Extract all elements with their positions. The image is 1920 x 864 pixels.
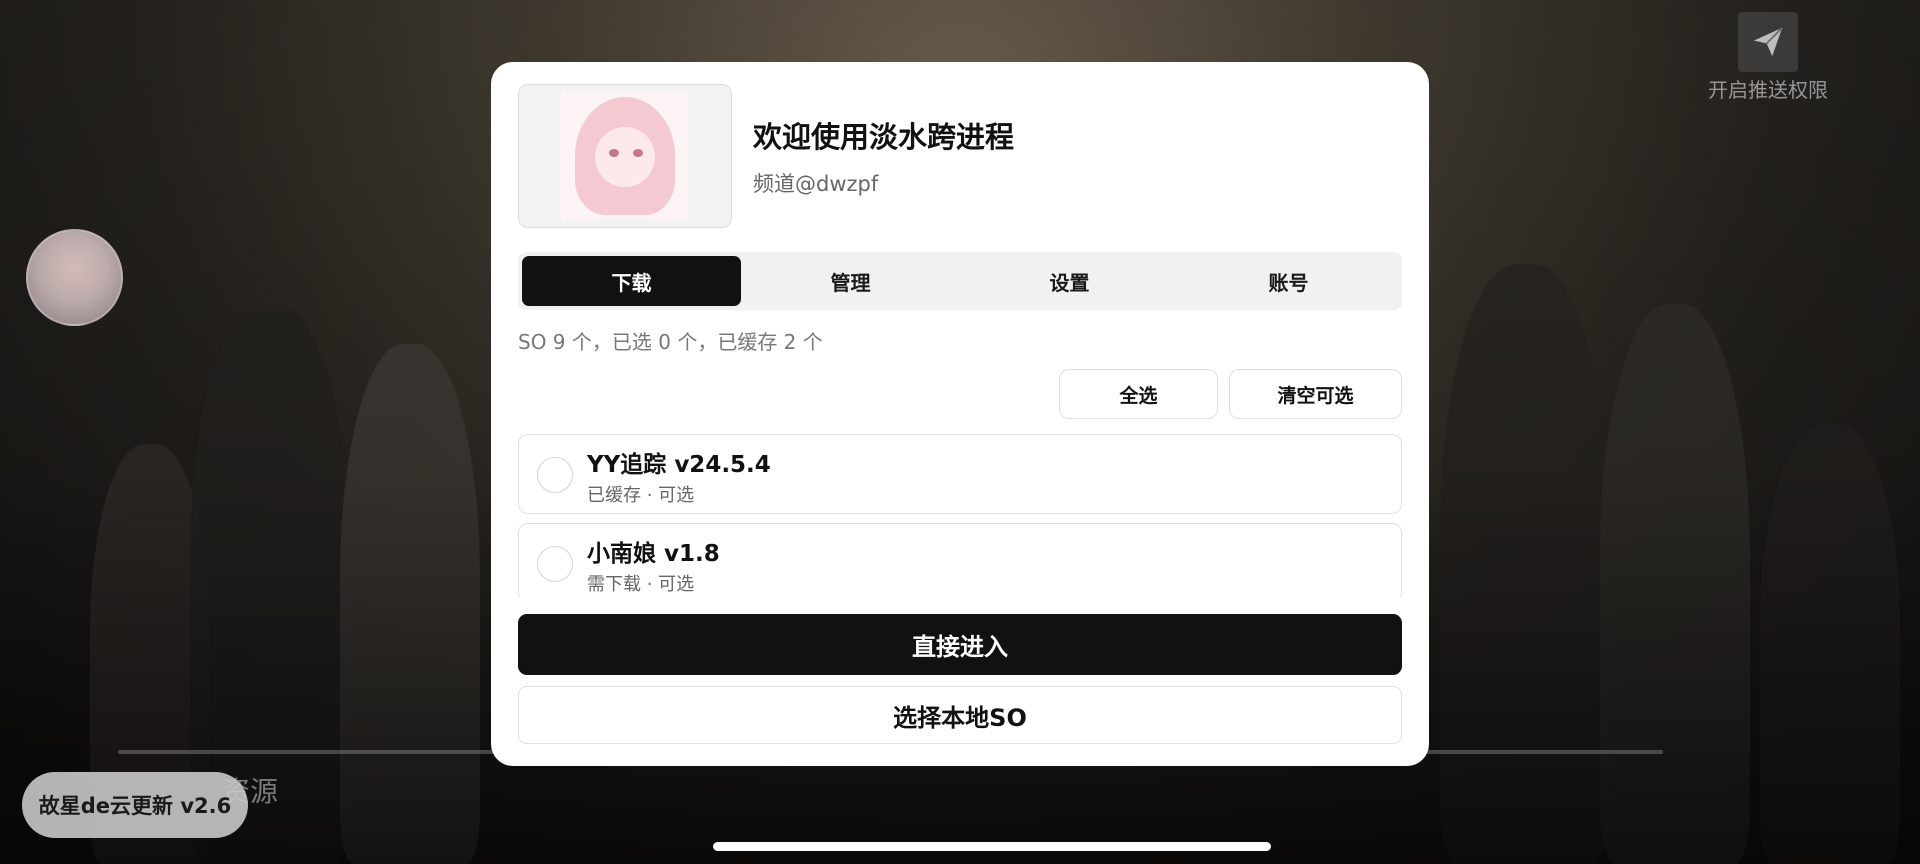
welcome-dialog: 欢迎使用淡水跨进程 频道@dwzpf 下载 管理 设置 账号 SO 9 个，已选…	[491, 62, 1429, 766]
dialog-title: 欢迎使用淡水跨进程	[753, 120, 1015, 154]
clear-selectable-button[interactable]: 清空可选	[1229, 369, 1402, 419]
paper-plane-icon	[1753, 27, 1783, 57]
tab-manage[interactable]: 管理	[741, 256, 960, 306]
select-all-button[interactable]: 全选	[1059, 369, 1218, 419]
item-status: 已缓存 · 可选	[587, 485, 695, 506]
header-avatar-image	[518, 84, 732, 228]
tab-settings[interactable]: 设置	[960, 256, 1179, 306]
list-item[interactable]: YY追踪 v24.5.4 已缓存 · 可选	[518, 434, 1402, 514]
item-status: 需下载 · 可选	[587, 574, 695, 595]
avatar-icon	[561, 91, 689, 221]
push-permission-button[interactable]	[1738, 12, 1798, 72]
tab-bar: 下载 管理 设置 账号	[518, 252, 1402, 310]
so-summary: SO 9 个，已选 0 个，已缓存 2 个	[518, 330, 823, 354]
tab-download[interactable]: 下载	[522, 256, 741, 306]
item-radio[interactable]	[537, 457, 573, 493]
choose-local-so-button[interactable]: 选择本地SO	[518, 686, 1402, 744]
enter-direct-button[interactable]: 直接进入	[518, 614, 1402, 675]
so-list[interactable]: YY追踪 v24.5.4 已缓存 · 可选 小南娘 v1.8 需下载 · 可选	[518, 434, 1402, 598]
floating-avatar-button[interactable]	[26, 229, 123, 326]
list-item[interactable]: 小南娘 v1.8 需下载 · 可选	[518, 523, 1402, 598]
cloud-update-button[interactable]: 故星de云更新 v2.6	[22, 772, 248, 838]
item-name: 小南娘 v1.8	[587, 541, 720, 567]
channel-label: 频道@dwzpf	[753, 172, 879, 196]
game-background: 资源 开启推送权限 故星de云更新 v2.6 欢迎使用淡水跨进程 频道@dwzp…	[0, 0, 1920, 864]
home-indicator[interactable]	[713, 842, 1271, 851]
push-permission-label[interactable]: 开启推送权限	[1700, 74, 1836, 103]
tab-account[interactable]: 账号	[1179, 256, 1398, 306]
item-name: YY追踪 v24.5.4	[587, 452, 771, 478]
item-radio[interactable]	[537, 546, 573, 582]
